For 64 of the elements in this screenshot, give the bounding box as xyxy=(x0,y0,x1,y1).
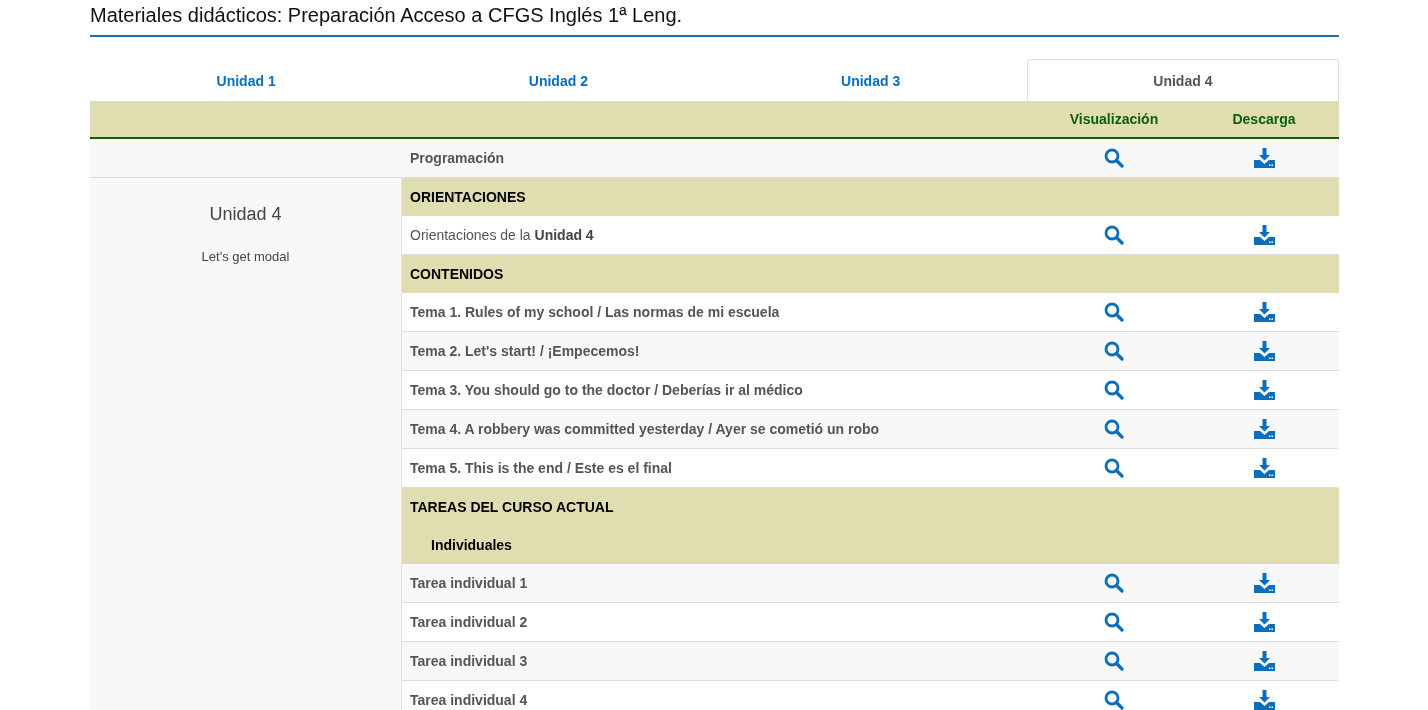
download-icon xyxy=(1253,341,1275,361)
download-link[interactable] xyxy=(1253,341,1275,361)
section-heading: CONTENIDOS xyxy=(402,255,1339,293)
view-link[interactable] xyxy=(1104,573,1124,593)
view-link[interactable] xyxy=(1104,612,1124,632)
search-icon xyxy=(1104,651,1124,671)
download-link[interactable] xyxy=(1253,612,1275,632)
download-link[interactable] xyxy=(1253,380,1275,400)
search-icon xyxy=(1104,690,1124,710)
section-heading: ORIENTACIONES xyxy=(402,178,1339,216)
row-label: Tema 5. This is the end / Este es el final xyxy=(410,460,672,476)
download-link[interactable] xyxy=(1253,690,1275,710)
download-icon xyxy=(1253,573,1275,593)
view-link[interactable] xyxy=(1104,341,1124,361)
unit-tab[interactable]: Unidad 4 xyxy=(1026,59,1339,101)
download-icon xyxy=(1253,380,1275,400)
search-icon xyxy=(1104,302,1124,322)
download-link[interactable] xyxy=(1253,302,1275,322)
download-link[interactable] xyxy=(1253,225,1275,245)
row-label: Tema 4. A robbery was committed yesterday / Ayer se cometió un robo xyxy=(410,421,880,437)
page-title: Materiales didácticos: Preparación Acceso a CFGS Inglés 1ª Leng. xyxy=(90,0,1339,37)
view-link[interactable] xyxy=(1104,419,1124,439)
search-icon xyxy=(1104,573,1124,593)
search-icon xyxy=(1104,380,1124,400)
download-link[interactable] xyxy=(1253,419,1275,439)
search-icon xyxy=(1104,612,1124,632)
download-icon xyxy=(1253,419,1275,439)
unit-title: Unidad 4 xyxy=(209,204,282,225)
view-link[interactable] xyxy=(1104,458,1124,478)
row-label: Tarea individual 4 xyxy=(410,692,528,708)
row-label: Tarea individual 2 xyxy=(410,614,528,630)
view-link[interactable] xyxy=(1104,690,1124,710)
row-label: Tema 2. Let's start! / ¡Empecemos! xyxy=(410,343,640,359)
download-link[interactable] xyxy=(1253,651,1275,671)
search-icon xyxy=(1104,225,1124,245)
section-heading: Individuales xyxy=(402,526,1339,564)
view-link[interactable] xyxy=(1104,651,1124,671)
view-link[interactable] xyxy=(1104,380,1124,400)
section-heading: TAREAS DEL CURSO ACTUAL xyxy=(402,488,1339,526)
download-icon xyxy=(1253,225,1275,245)
row-label: Tarea individual 3 xyxy=(410,653,528,669)
download-icon xyxy=(1253,148,1275,168)
column-header: Descarga xyxy=(1232,111,1296,127)
row-label: Tema 1. Rules of my school / Las normas de mi escuela xyxy=(410,304,780,320)
row-label: Tarea individual 1 xyxy=(410,575,528,591)
download-link[interactable] xyxy=(1253,573,1275,593)
unit-subtitle: Let's get modal xyxy=(201,249,290,264)
view-link[interactable] xyxy=(1104,148,1124,168)
search-icon xyxy=(1104,458,1124,478)
row-label: Programación xyxy=(410,150,505,166)
download-link[interactable] xyxy=(1253,148,1275,168)
download-link[interactable] xyxy=(1253,458,1275,478)
search-icon xyxy=(1104,148,1124,168)
search-icon xyxy=(1104,341,1124,361)
download-icon xyxy=(1253,458,1275,478)
download-icon xyxy=(1253,302,1275,322)
row-label: Orientaciones de la Unidad 4 xyxy=(410,227,594,243)
view-link[interactable] xyxy=(1104,302,1124,322)
row-label: Tema 3. You should go to the doctor / Deberías ir al médico xyxy=(410,382,803,398)
view-link[interactable] xyxy=(1104,225,1124,245)
search-icon xyxy=(1104,419,1124,439)
download-icon xyxy=(1253,612,1275,632)
column-header: Visualización xyxy=(1069,111,1159,127)
download-icon xyxy=(1253,651,1275,671)
